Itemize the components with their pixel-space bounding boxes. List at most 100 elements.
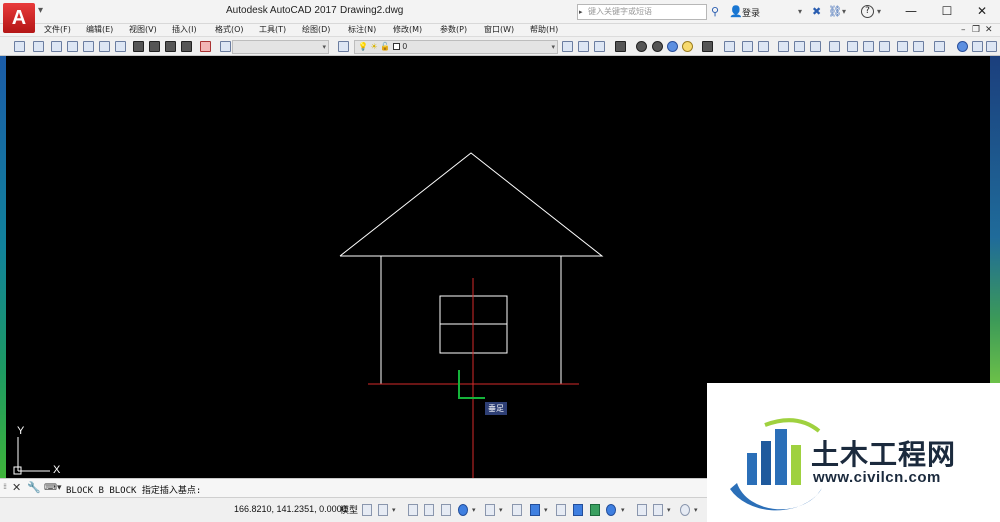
jogged-dim-icon[interactable]	[810, 41, 821, 52]
house-roof[interactable]	[339, 152, 604, 257]
angular-dim-icon[interactable]	[847, 41, 858, 52]
radius-dim-icon[interactable]	[794, 41, 805, 52]
recent-commands-icon[interactable]: ⌨▾	[44, 481, 62, 495]
visual-style-icon[interactable]	[636, 41, 647, 52]
units-dropdown-icon[interactable]: ▾	[667, 504, 673, 516]
coordinate-readout[interactable]: 166.8210, 141.2351, 0.0000	[234, 504, 347, 514]
command-input[interactable]: BLOCK B BLOCK 指定插入基点:	[66, 483, 201, 496]
maximize-button[interactable]: ☐	[929, 0, 965, 24]
sign-in-dropdown-icon[interactable]: ▾	[798, 5, 802, 19]
layer-select[interactable]: 💡 ☀ 🔓 0 ▾	[354, 40, 558, 54]
materials-icon[interactable]	[667, 41, 678, 52]
units-icon[interactable]	[653, 504, 663, 516]
save-icon[interactable]	[67, 41, 78, 52]
continue-dim-icon[interactable]	[897, 41, 908, 52]
menu-file[interactable]: 文件(F)	[44, 24, 71, 36]
polar-dropdown-icon[interactable]: ▾	[472, 504, 478, 516]
paste-icon[interactable]	[165, 41, 176, 52]
lineweight-icon[interactable]	[556, 504, 566, 516]
snap-dropdown-icon[interactable]: ▾	[392, 504, 398, 516]
connect-dropdown-icon[interactable]: ▾	[842, 5, 846, 19]
binoculars-icon[interactable]: ⚲	[711, 5, 719, 19]
doc-minimize-button[interactable]: –	[961, 24, 966, 36]
view-manager-icon[interactable]	[702, 41, 713, 52]
customization-dropdown-icon[interactable]: ▾	[694, 504, 700, 516]
clean-screen-icon[interactable]	[680, 504, 690, 516]
block-editor-icon[interactable]	[200, 41, 211, 52]
dim-break-icon[interactable]	[934, 41, 945, 52]
tolerance-icon[interactable]	[957, 41, 968, 52]
minimize-button[interactable]: —	[893, 0, 929, 24]
quick-access-dropdown-icon[interactable]: ▾	[38, 5, 48, 19]
menu-edit[interactable]: 编辑(E)	[86, 24, 113, 36]
menu-window[interactable]: 窗口(W)	[484, 24, 514, 36]
object-snap-icon[interactable]	[530, 504, 540, 516]
ordinate-dim-icon[interactable]	[778, 41, 789, 52]
copy-icon[interactable]	[149, 41, 160, 52]
snap-mode-icon[interactable]	[378, 504, 388, 516]
menu-format[interactable]: 格式(O)	[215, 24, 244, 36]
osnap-dropdown-icon[interactable]: ▾	[544, 504, 550, 516]
undo-icon[interactable]	[220, 41, 231, 52]
selection-cycling-icon[interactable]	[590, 504, 600, 516]
transparency-icon[interactable]	[573, 504, 583, 516]
drag-grip-icon[interactable]: ⁞⁞	[3, 482, 7, 491]
workspace-select[interactable]: ▾	[232, 40, 329, 54]
ortho-icon[interactable]	[441, 504, 451, 516]
menu-view[interactable]: 视图(V)	[129, 24, 157, 36]
3d-osnap-icon[interactable]	[606, 504, 616, 516]
workspace-icon[interactable]	[14, 41, 25, 52]
polar-tracking-icon[interactable]	[458, 504, 468, 516]
linear-dim-icon[interactable]	[724, 41, 735, 52]
exchange-icon[interactable]: ✖	[812, 5, 821, 19]
search-expand-icon[interactable]: ▸	[579, 5, 583, 19]
menu-parametric[interactable]: 参数(P)	[440, 24, 467, 36]
sign-in-button[interactable]: 登录	[742, 6, 760, 19]
layer-previous-icon[interactable]	[578, 41, 589, 52]
make-current-icon[interactable]	[562, 41, 573, 52]
menu-draw[interactable]: 绘图(D)	[302, 24, 330, 36]
dynamic-input-icon[interactable]	[424, 504, 434, 516]
help-icon[interactable]: ?	[861, 5, 874, 18]
object-snap-tracking-icon[interactable]	[512, 504, 522, 516]
center-mark-icon[interactable]	[972, 41, 983, 52]
menu-insert[interactable]: 插入(I)	[172, 24, 197, 36]
match-properties-icon[interactable]	[181, 41, 192, 52]
house-walls[interactable]	[380, 256, 562, 385]
customize-wrench-icon[interactable]: 🔧	[27, 481, 41, 495]
print-preview-icon[interactable]	[115, 41, 126, 52]
menu-help[interactable]: 帮助(H)	[530, 24, 558, 36]
layer-properties-icon[interactable]	[338, 41, 349, 52]
inspection-icon[interactable]	[986, 41, 997, 52]
menu-tools[interactable]: 工具(T)	[259, 24, 286, 36]
arc-dim-icon[interactable]	[758, 41, 769, 52]
cut-icon[interactable]	[133, 41, 144, 52]
isodraft-dropdown-icon[interactable]: ▾	[499, 504, 505, 516]
autodesk-360-icon[interactable]: ⛓	[828, 5, 842, 19]
open-icon[interactable]	[51, 41, 62, 52]
grid-icon[interactable]	[362, 504, 372, 516]
3d-osnap-dropdown-icon[interactable]: ▾	[621, 504, 627, 516]
lights-icon[interactable]	[682, 41, 693, 52]
aligned-dim-icon[interactable]	[742, 41, 753, 52]
diameter-dim-icon[interactable]	[829, 41, 840, 52]
plot-icon[interactable]	[99, 41, 110, 52]
menu-dimension[interactable]: 标注(N)	[348, 24, 376, 36]
baseline-dim-icon[interactable]	[879, 41, 890, 52]
doc-restore-button[interactable]: ❐	[972, 24, 980, 36]
search-input[interactable]: ▸ 键入关键字或短语	[577, 4, 707, 20]
save-as-icon[interactable]	[83, 41, 94, 52]
menu-modify[interactable]: 修改(M)	[393, 24, 422, 36]
close-button[interactable]: ✕	[964, 0, 1000, 24]
application-menu-button[interactable]: A	[3, 3, 35, 33]
quick-dim-icon[interactable]	[863, 41, 874, 52]
render-icon[interactable]	[615, 41, 626, 52]
layer-state-icon[interactable]	[594, 41, 605, 52]
help-dropdown-icon[interactable]: ▾	[877, 5, 881, 19]
isodraft-icon[interactable]	[485, 504, 495, 516]
dim-space-icon[interactable]	[913, 41, 924, 52]
model-space-button[interactable]: 模型	[340, 503, 358, 516]
new-icon[interactable]	[33, 41, 44, 52]
user-icon[interactable]: 👤	[729, 5, 743, 19]
infer-constraints-icon[interactable]	[408, 504, 418, 516]
